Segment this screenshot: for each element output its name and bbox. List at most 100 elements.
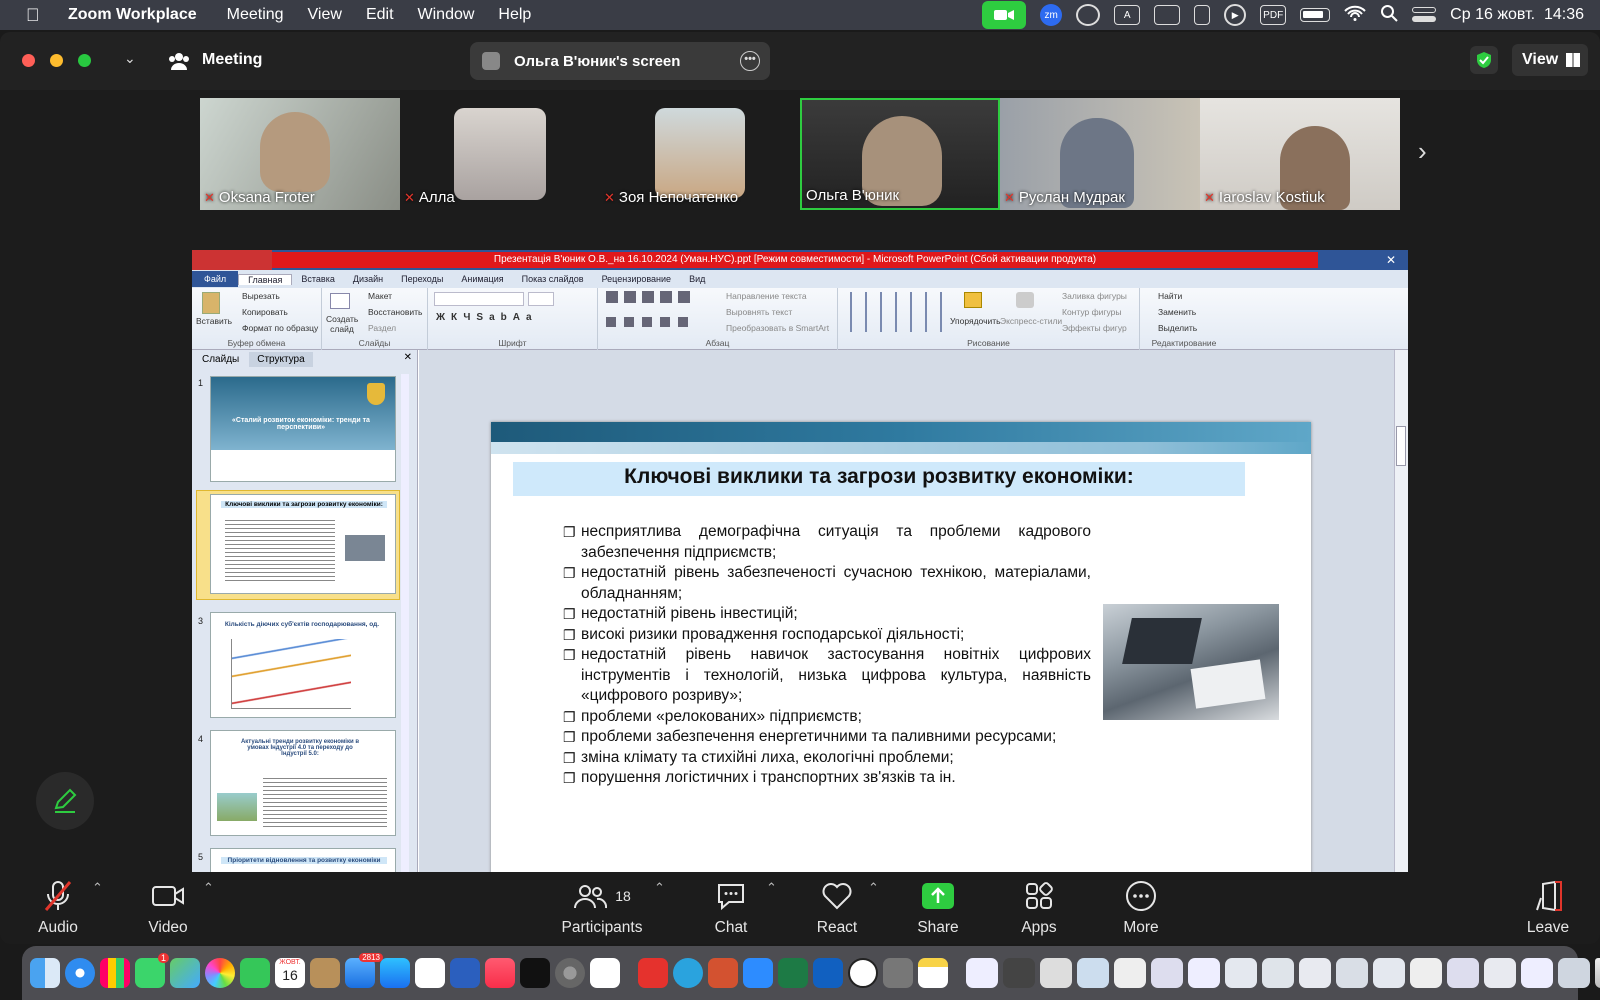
ppt-tab-home[interactable]: Главная xyxy=(238,273,293,285)
apple-menu-icon[interactable]:  xyxy=(26,5,48,26)
copy-button[interactable]: Копировать xyxy=(242,307,288,317)
device-icon[interactable] xyxy=(1194,5,1211,25)
apple-tv-icon[interactable] xyxy=(520,958,550,988)
tab-slides[interactable]: Слайды xyxy=(192,352,249,367)
ppt-tab-animation[interactable]: Анимация xyxy=(452,274,512,284)
react-button[interactable]: React xyxy=(812,872,862,944)
chat-options-chevron-icon[interactable]: ⌃ xyxy=(766,880,777,896)
menu-edit[interactable]: Edit xyxy=(366,6,394,24)
window-thumbnail[interactable] xyxy=(1151,958,1183,988)
chat-button[interactable]: Chat xyxy=(706,872,756,944)
maximize-window-button[interactable] xyxy=(78,54,91,67)
word-icon[interactable] xyxy=(450,958,480,988)
trash-icon[interactable] xyxy=(1595,958,1600,988)
system-settings-icon[interactable] xyxy=(555,958,585,988)
slide-thumbnail-selected[interactable]: Ключові виклики та загрози розвитку екон… xyxy=(210,494,396,594)
powerpoint-icon[interactable] xyxy=(708,958,738,988)
participant-tile[interactable]: ✕ Oksana Froter xyxy=(200,98,400,210)
facetime-icon[interactable] xyxy=(240,958,270,988)
quick-styles-button[interactable]: Экспресс-стили xyxy=(1000,316,1062,326)
meeting-label[interactable]: Meeting xyxy=(202,51,262,69)
audio-button[interactable]: Audio xyxy=(28,872,88,944)
new-slide-icon[interactable] xyxy=(330,293,350,309)
shape-fill-button[interactable]: Заливка фигуры xyxy=(1062,291,1127,301)
launchpad-icon[interactable] xyxy=(100,958,130,988)
select-button[interactable]: Выделить xyxy=(1158,323,1197,333)
menubar-datetime[interactable]: Ср 16 жовт. 14:36 xyxy=(1450,6,1584,24)
slide-thumbnail[interactable]: Актуальні тренди розвитку економіки в ум… xyxy=(210,730,396,836)
next-page-chevron-icon[interactable]: › xyxy=(1418,136,1427,167)
font-name-field[interactable] xyxy=(434,292,524,306)
chevron-down-icon[interactable]: ⌄ xyxy=(124,50,136,67)
ppt-tab-review[interactable]: Рецензирование xyxy=(593,274,681,284)
window-thumbnail[interactable] xyxy=(1040,958,1072,988)
shape-outline-button[interactable]: Контур фигуры xyxy=(1062,307,1121,317)
smartart-button[interactable]: Преобразовать в SmartArt xyxy=(726,323,829,333)
section-button[interactable]: Раздел xyxy=(368,323,396,333)
video-options-chevron-icon[interactable]: ⌃ xyxy=(203,880,214,896)
window-thumbnail[interactable] xyxy=(1003,958,1035,988)
battery-icon[interactable] xyxy=(1300,8,1331,22)
zoom-menubar-icon[interactable]: zm xyxy=(1040,4,1063,26)
apps-button[interactable]: Apps xyxy=(1014,872,1064,944)
react-options-chevron-icon[interactable]: ⌃ xyxy=(868,880,879,896)
window-thumbnail[interactable] xyxy=(1410,958,1442,988)
window-thumbnail[interactable] xyxy=(1077,958,1109,988)
play-icon[interactable]: ▶ xyxy=(1224,4,1247,26)
focus-badge-icon[interactable] xyxy=(1076,4,1101,26)
reminders-icon[interactable] xyxy=(415,958,445,988)
participant-tile[interactable]: ✕ Алла xyxy=(400,98,600,210)
slide-thumbnail[interactable]: Кількість діючих суб'єктів господарюванн… xyxy=(210,612,396,718)
maps-icon[interactable] xyxy=(170,958,200,988)
ppt-quick-access[interactable] xyxy=(192,250,272,270)
zoom-icon[interactable] xyxy=(743,958,773,988)
ppt-tab-transitions[interactable]: Переходы xyxy=(392,274,452,284)
replace-button[interactable]: Заменить xyxy=(1158,307,1196,317)
paste-icon[interactable] xyxy=(202,292,220,314)
app-menu-title[interactable]: Zoom Workplace xyxy=(68,6,197,24)
meeting-info-icon[interactable] xyxy=(168,52,190,75)
scroll-thumb[interactable] xyxy=(1396,426,1406,466)
participants-options-chevron-icon[interactable]: ⌃ xyxy=(654,880,665,896)
wifi-icon[interactable] xyxy=(1344,5,1366,26)
arrange-button[interactable]: Упорядочить xyxy=(950,316,1001,326)
menu-help[interactable]: Help xyxy=(498,6,531,24)
ppt-tab-insert[interactable]: Вставка xyxy=(292,274,343,284)
control-center-icon[interactable] xyxy=(1412,7,1437,23)
pdf-icon[interactable]: PDF xyxy=(1260,5,1287,25)
audio-options-chevron-icon[interactable]: ⌃ xyxy=(92,880,103,896)
quick-styles-icon[interactable] xyxy=(1016,292,1034,308)
window-thumbnail[interactable] xyxy=(1447,958,1479,988)
input-source-icon[interactable]: A xyxy=(1114,5,1141,25)
mail-icon[interactable]: 2813 xyxy=(345,953,383,988)
participant-tile[interactable]: ✕ Руслан Мудрак xyxy=(1000,98,1200,210)
share-screen-button[interactable]: Share xyxy=(912,872,964,944)
list-buttons[interactable] xyxy=(606,291,696,303)
close-window-button[interactable] xyxy=(22,54,35,67)
leave-button[interactable]: Leave xyxy=(1522,872,1574,944)
video-button[interactable]: Video xyxy=(138,872,198,944)
encryption-shield-icon[interactable] xyxy=(1470,46,1498,74)
menu-view[interactable]: View xyxy=(308,6,342,24)
participants-button[interactable]: 18 Participants xyxy=(556,872,648,944)
more-button[interactable]: More xyxy=(1116,872,1166,944)
photos-icon[interactable] xyxy=(205,958,235,988)
telegram-icon[interactable] xyxy=(673,958,703,988)
tab-outline[interactable]: Структура xyxy=(249,351,313,367)
window-thumbnail[interactable] xyxy=(1336,958,1368,988)
outlook-icon[interactable] xyxy=(813,958,843,988)
reset-button[interactable]: Восстановить xyxy=(368,307,422,317)
notes-icon[interactable] xyxy=(918,958,948,988)
shape-effects-button[interactable]: Эффекты фигур xyxy=(1062,323,1127,333)
window-thumbnail[interactable] xyxy=(966,958,998,988)
align-text-button[interactable]: Выровнять текст xyxy=(726,307,792,317)
menu-window[interactable]: Window xyxy=(418,6,475,24)
find-button[interactable]: Найти xyxy=(1158,291,1182,301)
spotlight-search-icon[interactable] xyxy=(1380,4,1398,27)
excel-icon[interactable] xyxy=(778,958,808,988)
printer-icon[interactable] xyxy=(883,958,913,988)
app-store-icon[interactable] xyxy=(380,958,410,988)
participant-tile-active-speaker[interactable]: Ольга В'юник xyxy=(800,98,1000,210)
close-pane-icon[interactable]: ✕ xyxy=(404,352,412,363)
safari-icon[interactable] xyxy=(65,958,95,988)
